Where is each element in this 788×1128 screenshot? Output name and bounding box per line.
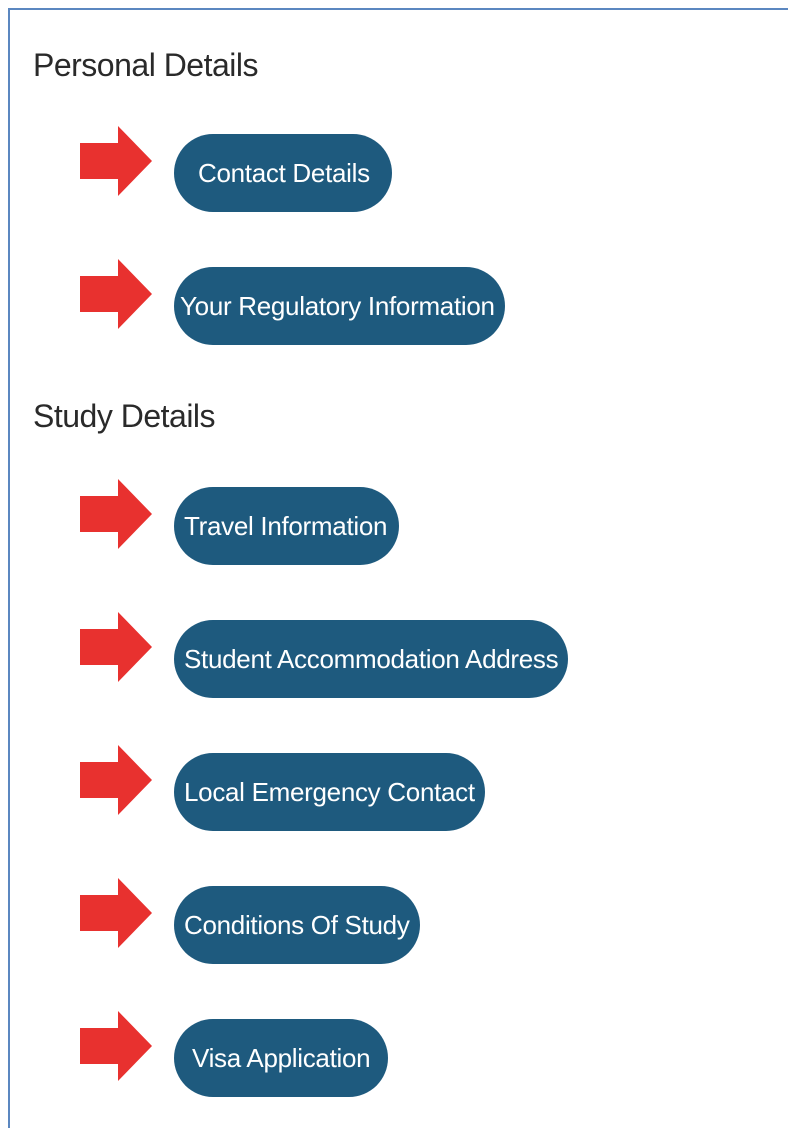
arrow-right-icon xyxy=(80,878,152,948)
arrow-right-icon xyxy=(80,479,152,549)
conditions-of-study-button[interactable]: Conditions Of Study xyxy=(174,886,420,964)
your-regulatory-information-button[interactable]: Your Regulatory Information xyxy=(174,267,505,345)
travel-information-button[interactable]: Travel Information xyxy=(174,487,400,565)
arrow-right-icon xyxy=(80,612,152,682)
local-emergency-contact-button[interactable]: Local Emergency Contact xyxy=(174,753,485,831)
arrow-right-icon xyxy=(80,745,152,815)
student-accommodation-address-button[interactable]: Student Accommodation Address xyxy=(174,620,569,698)
arrow-right-icon xyxy=(80,259,152,329)
visa-application-button[interactable]: Visa Application xyxy=(174,1019,389,1097)
arrow-right-icon xyxy=(80,1011,152,1081)
arrow-right-icon xyxy=(80,126,152,196)
section-heading-study-details: Study Details xyxy=(33,398,216,434)
contact-details-button[interactable]: Contact Details xyxy=(174,134,392,212)
section-heading-personal-details: Personal Details xyxy=(33,47,259,83)
